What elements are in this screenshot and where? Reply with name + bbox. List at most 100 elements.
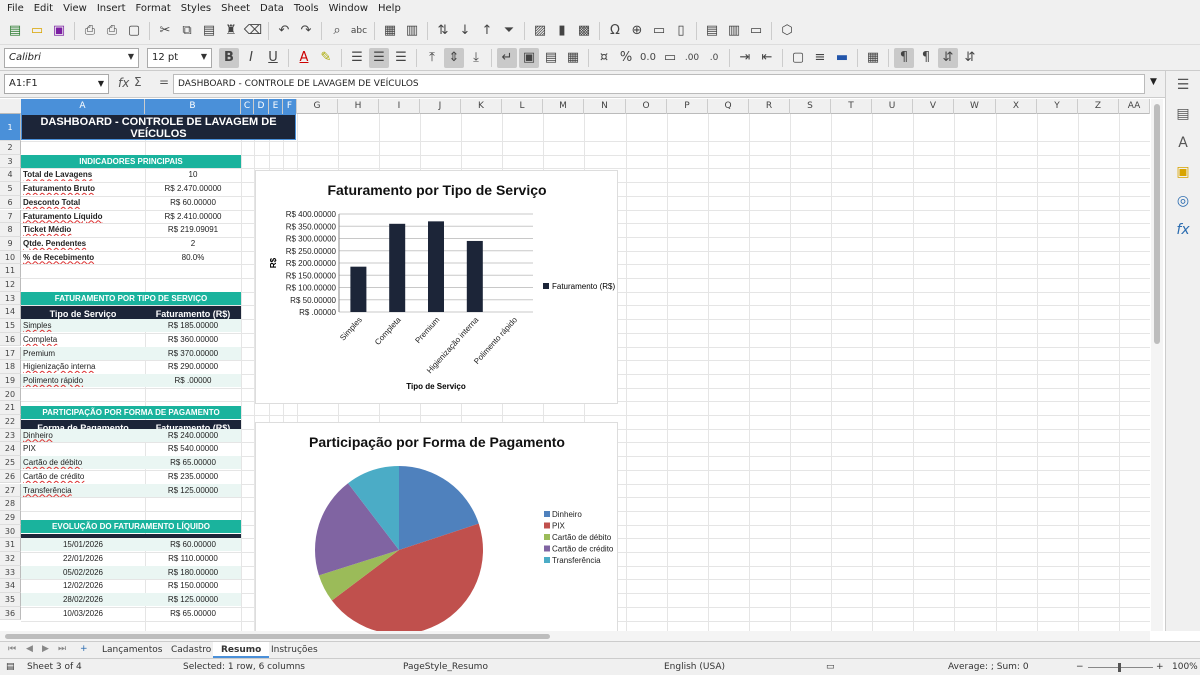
indicators-header[interactable]: INDICADORES PRINCIPAIS <box>21 155 241 168</box>
column-icon[interactable]: ▥ <box>402 21 422 41</box>
sort-ascending-icon[interactable]: ↓ <box>455 21 475 41</box>
align-center-icon[interactable]: ☰ <box>369 47 389 68</box>
define-print-area-icon[interactable]: ▤ <box>702 21 722 41</box>
column-header[interactable]: C <box>241 99 254 114</box>
cut-icon[interactable]: ✂ <box>155 21 175 41</box>
column-header[interactable]: E <box>269 99 283 114</box>
row-header[interactable]: 4 <box>0 168 21 183</box>
italic-icon[interactable]: I <box>241 48 261 68</box>
styles-icon[interactable]: A <box>1174 135 1192 153</box>
row-header[interactable]: 26 <box>0 469 21 484</box>
bold-icon[interactable]: B <box>219 47 239 68</box>
row-header[interactable]: 30 <box>0 524 21 539</box>
column-header[interactable]: I <box>379 99 420 114</box>
bar-chart[interactable]: Faturamento por Tipo de Serviço R$ .00000… <box>255 170 618 404</box>
redo-icon[interactable]: ↷ <box>296 21 316 41</box>
zoom-slider-thumb[interactable] <box>1118 663 1121 672</box>
row-header[interactable]: 18 <box>0 360 21 374</box>
column-header[interactable]: L <box>502 99 543 114</box>
row-header[interactable]: 23 <box>0 428 21 443</box>
column-header[interactable]: U <box>872 99 913 114</box>
border-color-icon[interactable]: ▬ <box>832 48 852 68</box>
last-sheet-icon[interactable]: ⏭ <box>58 644 66 654</box>
special-character-icon[interactable]: Ω <box>605 21 625 41</box>
menu-data[interactable]: Data <box>255 0 289 17</box>
column-header[interactable]: R <box>749 99 790 114</box>
wrap-text-icon[interactable]: ↵ <box>497 47 517 68</box>
row-header[interactable]: 6 <box>0 195 21 210</box>
align-right-icon[interactable]: ☰ <box>391 48 411 68</box>
merge-center-icon[interactable]: ▣ <box>519 47 539 68</box>
sort-icon[interactable]: ⇅ <box>433 21 453 41</box>
vertical-text-alt-icon[interactable]: ⇵ <box>960 48 980 68</box>
indicator-label[interactable]: Faturamento Bruto <box>21 182 145 195</box>
column-header[interactable]: N <box>584 99 626 114</box>
conditional-format-icon[interactable]: ▦ <box>863 48 883 68</box>
payment-value[interactable]: R$ 240.00000 <box>145 428 241 442</box>
tab-resumo[interactable]: Resumo <box>213 642 270 658</box>
indicator-value[interactable]: R$ 60.00000 <box>145 196 241 209</box>
show-draw-functions-icon[interactable]: ⬡ <box>777 21 797 41</box>
service-value[interactable]: R$ 360.00000 <box>145 333 241 346</box>
align-bottom-icon[interactable]: ⤓ <box>466 48 486 68</box>
evolution-table-header[interactable]: EVOLUÇÃO DO FATURAMENTO LÍQUIDO <box>21 520 241 533</box>
indicator-label[interactable]: Qtde. Pendentes <box>21 237 145 250</box>
menu-view[interactable]: View <box>58 0 92 17</box>
evolution-value[interactable]: R$ 110.00000 <box>145 552 241 565</box>
row-header[interactable]: 34 <box>0 579 21 594</box>
service-value[interactable]: R$ 370.00000 <box>145 346 241 360</box>
evolution-label[interactable]: 12/02/2026 <box>21 579 145 592</box>
menu-window[interactable]: Window <box>324 0 373 17</box>
menu-sheet[interactable]: Sheet <box>216 0 255 17</box>
column-header[interactable]: X <box>996 99 1037 114</box>
indicator-value[interactable]: R$ 219.09091 <box>145 223 241 236</box>
payment-label[interactable]: Dinheiro <box>21 428 145 442</box>
evolution-value[interactable]: R$ 150.00000 <box>145 579 241 592</box>
number-format-icon[interactable]: 0.0 <box>638 48 658 68</box>
properties-icon[interactable]: ▤ <box>1174 106 1192 124</box>
undo-icon[interactable]: ↶ <box>274 21 294 41</box>
column-header[interactable]: S <box>790 99 831 114</box>
row-header[interactable]: 16 <box>0 332 21 347</box>
column-header[interactable]: F <box>283 99 297 114</box>
font-color-icon[interactable]: A <box>294 48 314 68</box>
row-header[interactable]: 13 <box>0 291 21 306</box>
borders-icon[interactable]: ▢ <box>788 48 808 68</box>
indicator-label[interactable]: Faturamento Líquido <box>21 210 145 223</box>
comment-icon[interactable]: ▭ <box>649 21 669 41</box>
row-header[interactable]: 1 <box>0 114 21 141</box>
service-table-header[interactable]: FATURAMENTO POR TIPO DE SERVIÇO <box>21 292 241 305</box>
font-size-combo[interactable]: 12 pt ▼ <box>147 47 212 68</box>
indicator-label[interactable]: Desconto Total <box>21 196 145 209</box>
functions-icon[interactable]: fx <box>1174 222 1192 240</box>
percent-format-icon[interactable]: % <box>616 48 636 68</box>
service-value[interactable]: R$ .00000 <box>145 373 241 387</box>
row-icon[interactable]: ▦ <box>380 21 400 41</box>
payment-label[interactable]: Cartão de débito <box>21 456 145 470</box>
row-header[interactable]: 8 <box>0 223 21 237</box>
align-top-icon[interactable]: ⤒ <box>422 48 442 68</box>
row-header[interactable]: 10 <box>0 250 21 265</box>
row-header[interactable]: 11 <box>0 264 21 278</box>
column-header[interactable]: V <box>913 99 954 114</box>
border-style-icon[interactable]: ≡ <box>810 48 830 68</box>
row-header[interactable]: 32 <box>0 552 21 566</box>
column-header[interactable]: T <box>831 99 872 114</box>
vertical-scroll-thumb[interactable] <box>1154 104 1160 344</box>
pivot-table-icon[interactable]: ▩ <box>574 21 594 41</box>
row-header[interactable]: 35 <box>0 593 21 607</box>
tab-instrucoes[interactable]: Instruções <box>263 642 326 658</box>
column-header[interactable]: M <box>543 99 584 114</box>
menu-file[interactable]: File <box>2 0 29 17</box>
evolution-value[interactable]: R$ 180.00000 <box>145 565 241 579</box>
increase-indent-icon[interactable]: ⇥ <box>735 48 755 68</box>
currency-format-icon[interactable]: ¤ <box>594 48 614 68</box>
sort-descending-icon[interactable]: ↑ <box>477 21 497 41</box>
next-sheet-icon[interactable]: ▶ <box>42 644 49 654</box>
add-decimal-icon[interactable]: .00 <box>682 48 702 68</box>
formula-input[interactable]: DASHBOARD - CONTROLE DE LAVAGEM DE VEÍCU… <box>173 74 1145 94</box>
row-header[interactable]: 31 <box>0 538 21 552</box>
name-box[interactable]: A1:F1 ▼ <box>4 74 109 94</box>
payment-value[interactable]: R$ 540.00000 <box>145 442 241 455</box>
zoom-in-icon[interactable]: + <box>1156 662 1164 672</box>
